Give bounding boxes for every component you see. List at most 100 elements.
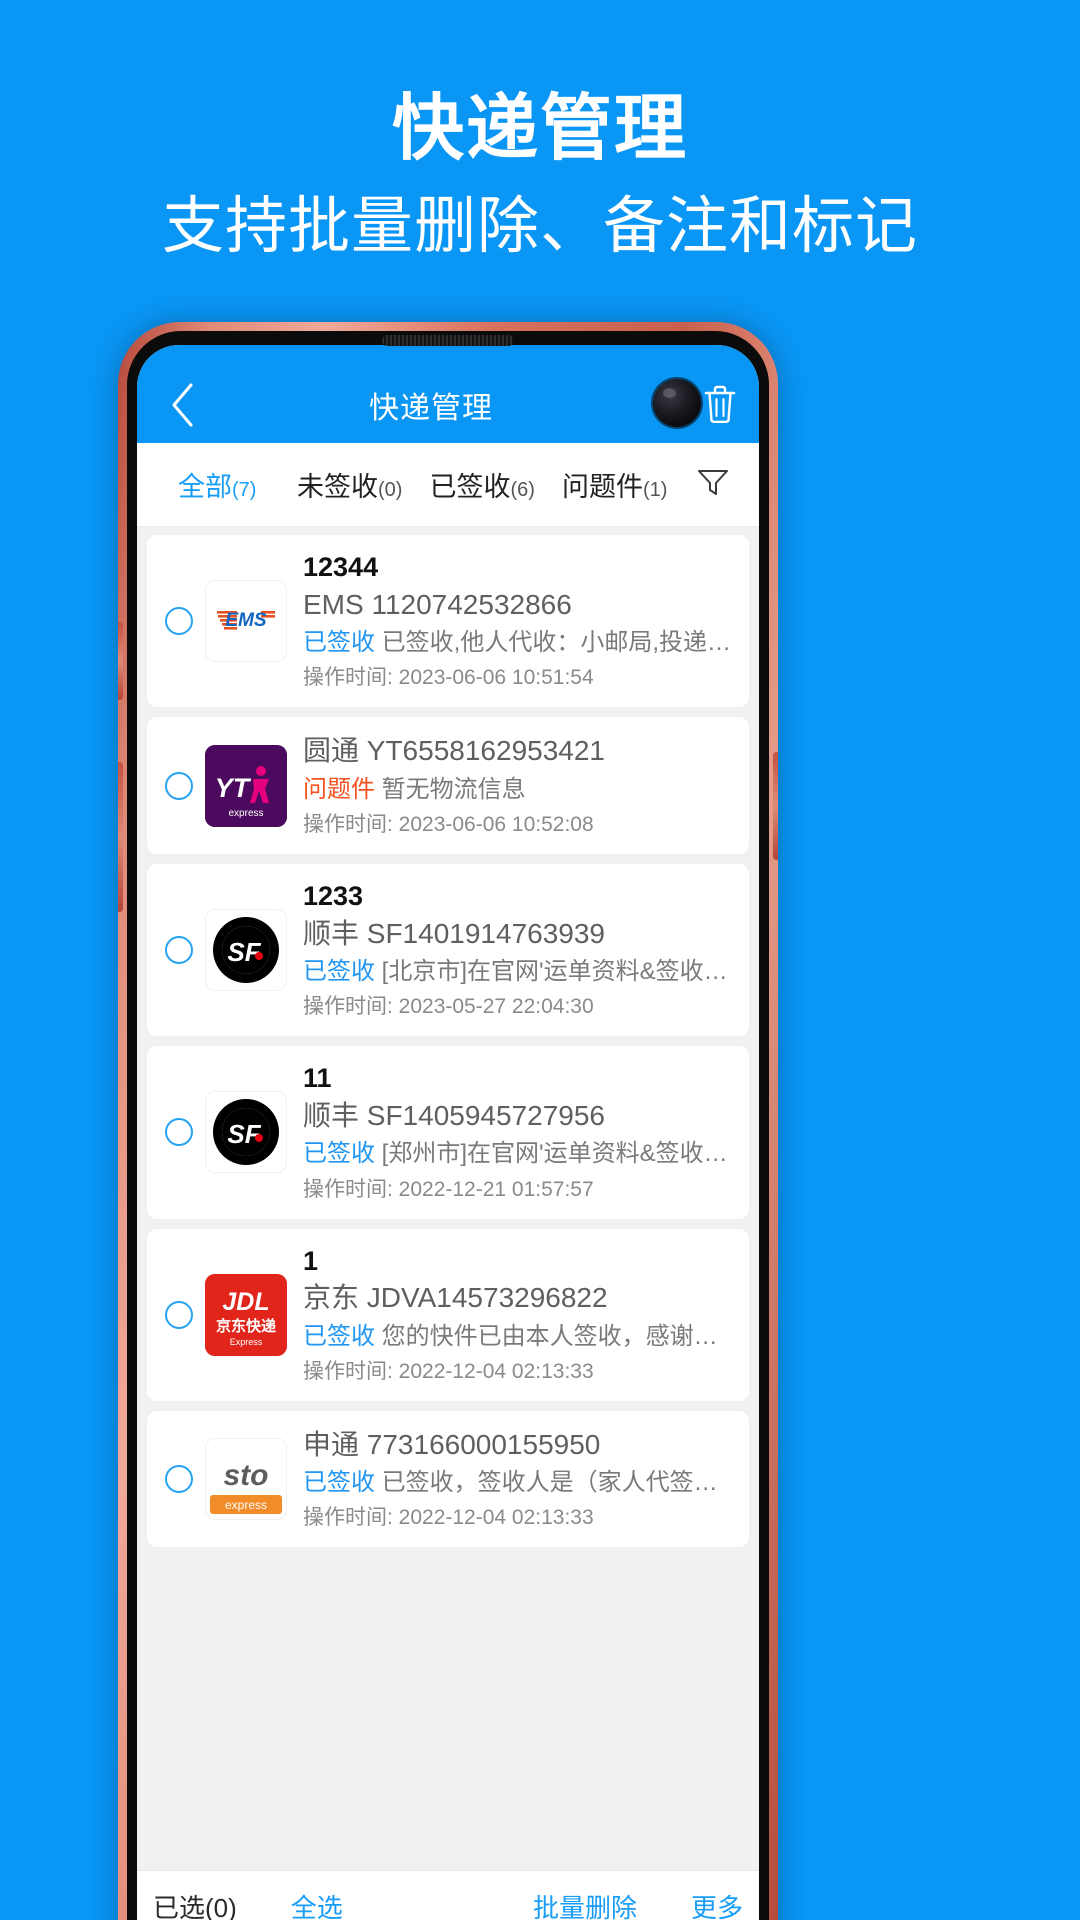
list-item[interactable]: sto express 申通 773166000155950 已签收 已签收，签… [147, 1410, 749, 1548]
list-item[interactable]: EMS 12344 EMS 1120742532866 已签收 已签收,他人代收… [147, 535, 749, 708]
bottom-action-bar: 已选(0) 全选 批量删除 更多 [137, 1870, 759, 1920]
svg-text:express: express [228, 808, 263, 819]
item-optime: 操作时间: 2023-05-27 22:04:30 [303, 995, 594, 1019]
selected-count-label: 已选(0) [153, 1893, 237, 1920]
row-checkbox[interactable] [165, 1300, 193, 1329]
list-item-info: 1233 顺丰 SF1401914763939 已签收 [北京市]在官网'运单资… [303, 880, 735, 1020]
tab-signed-count: (6) [510, 479, 535, 501]
item-status-detail: 已签收，签收人是（家人代签）先… [381, 1469, 735, 1497]
item-optime: 操作时间: 2023-06-06 10:51:54 [303, 666, 594, 690]
svg-text:Express: Express [230, 1337, 263, 1347]
status-badge: 问题件 [303, 775, 375, 803]
list-item[interactable]: YT express 圆通 YT6558162953421 问题件 暂无物流信息… [147, 717, 749, 854]
item-remark: 1 [303, 1245, 319, 1276]
item-status-detail: 已签收,他人代收：小邮局,投递员:… [381, 629, 735, 657]
status-badge: 已签收 [303, 1322, 375, 1350]
svg-text:EMS: EMS [225, 610, 267, 631]
row-checkbox[interactable] [165, 771, 193, 800]
select-all-button[interactable]: 全选 [291, 1888, 343, 1920]
more-button[interactable]: 更多 [691, 1888, 743, 1920]
status-badge: 已签收 [303, 1140, 375, 1168]
svg-text:sto: sto [224, 1459, 269, 1492]
tab-all[interactable]: 全部(7) [151, 465, 284, 504]
svg-text:京东快递: 京东快递 [216, 1317, 276, 1335]
row-checkbox[interactable] [165, 1118, 193, 1147]
tab-problem-label: 问题件 [562, 472, 644, 502]
row-checkbox[interactable] [165, 607, 193, 636]
promo-page: 快递管理 支持批量删除、备注和标记 快递管理 全部(7) 未签收(0) 已签收(… [0, 0, 1080, 1920]
svg-text:SF: SF [227, 1119, 261, 1149]
phone-screen: 快递管理 全部(7) 未签收(0) 已签收(6) 问题件(1) EMS 1234… [137, 345, 759, 1920]
tab-problem[interactable]: 问题件(1) [549, 465, 682, 504]
list-item[interactable]: JDL 京东快递 Express 1 京东 JDVA14573296822 已签… [147, 1228, 749, 1401]
list-item[interactable]: SF 1233 顺丰 SF1401914763939 已签收 [北京市]在官网'… [147, 863, 749, 1037]
item-company-tracking: 圆通 YT6558162953421 [303, 735, 605, 767]
phone-frame: 快递管理 全部(7) 未签收(0) 已签收(6) 问题件(1) EMS 1234… [118, 322, 778, 1920]
item-remark: 12344 [303, 552, 379, 582]
tab-signed-label: 已签收 [429, 472, 511, 502]
item-status-detail: 您的快件已由本人签收，感谢您使… [381, 1322, 735, 1350]
yto-logo-icon: YT express [205, 744, 287, 827]
front-camera-icon [653, 379, 701, 427]
tab-signed[interactable]: 已签收(6) [416, 465, 549, 504]
item-status-line: 问题件 暂无物流信息 [303, 774, 735, 805]
sf-logo-icon: SF [205, 909, 287, 992]
item-status-line: 已签收 已签收,他人代收：小邮局,投递员:… [303, 627, 735, 658]
svg-text:express: express [225, 1498, 267, 1512]
chevron-left-icon [167, 382, 197, 428]
item-company-tracking: 顺丰 SF1405945727956 [303, 1099, 605, 1131]
sto-logo-icon: sto express [205, 1438, 287, 1521]
item-status-line: 已签收 您的快件已由本人签收，感谢您使… [303, 1321, 735, 1352]
item-status-detail: 暂无物流信息 [381, 775, 526, 803]
tab-unsigned-label: 未签收 [297, 472, 379, 502]
item-optime: 操作时间: 2022-12-04 02:13:33 [303, 1506, 594, 1530]
package-list[interactable]: EMS 12344 EMS 1120742532866 已签收 已签收,他人代收… [137, 527, 759, 1870]
row-checkbox[interactable] [165, 1465, 193, 1494]
item-optime: 操作时间: 2022-12-21 01:57:57 [303, 1177, 594, 1201]
item-company-tracking: 申通 773166000155950 [303, 1428, 601, 1460]
app-navbar: 快递管理 [137, 345, 759, 443]
phone-volume-down-button[interactable] [118, 762, 123, 912]
ems-logo-icon: EMS [205, 580, 287, 663]
status-tabbar: 全部(7) 未签收(0) 已签收(6) 问题件(1) [137, 443, 759, 527]
phone-power-button[interactable] [773, 752, 778, 860]
filter-funnel-icon [696, 467, 730, 502]
tab-unsigned[interactable]: 未签收(0) [284, 465, 417, 504]
item-status-detail: [北京市]在官网'运单资料&签收图',… [381, 958, 735, 986]
page-title: 快递管理 [369, 392, 493, 425]
status-badge: 已签收 [303, 958, 375, 986]
phone-bezel: 快递管理 全部(7) 未签收(0) 已签收(6) 问题件(1) EMS 1234… [127, 331, 769, 1920]
list-item-info: 11 顺丰 SF1405945727956 已签收 [郑州市]在官网'运单资料&… [303, 1062, 735, 1202]
jd-logo-icon: JDL 京东快递 Express [205, 1273, 287, 1356]
svg-text:YT: YT [215, 773, 252, 803]
tab-all-count: (7) [232, 479, 257, 501]
item-company-tracking: 京东 JDVA14573296822 [303, 1282, 608, 1314]
list-item[interactable]: SF 11 顺丰 SF1405945727956 已签收 [郑州市]在官网'运单… [147, 1046, 749, 1219]
phone-volume-up-button[interactable] [118, 622, 123, 700]
list-item-info: 12344 EMS 1120742532866 已签收 已签收,他人代收：小邮局… [303, 551, 735, 691]
item-remark: 1233 [303, 880, 364, 911]
item-company-tracking: EMS 1120742532866 [303, 588, 572, 620]
tab-unsigned-count: (0) [378, 479, 403, 501]
row-checkbox[interactable] [165, 936, 193, 965]
batch-delete-button[interactable]: 批量删除 [533, 1888, 637, 1920]
promo-subtitle: 支持批量删除、备注和标记 [161, 192, 918, 261]
item-optime: 操作时间: 2023-06-06 10:52:08 [303, 812, 594, 836]
svg-text:SF: SF [227, 937, 261, 967]
tab-all-label: 全部 [178, 472, 233, 502]
filter-button[interactable] [681, 467, 745, 502]
status-badge: 已签收 [303, 629, 375, 657]
tab-problem-count: (1) [643, 479, 668, 501]
item-company-tracking: 顺丰 SF1401914763939 [303, 917, 605, 949]
item-optime: 操作时间: 2022-12-04 02:13:33 [303, 1359, 594, 1383]
item-status-line: 已签收 [北京市]在官网'运单资料&签收图',… [303, 956, 735, 987]
item-status-line: 已签收 已签收，签收人是（家人代签）先… [303, 1467, 735, 1498]
promo-title: 快递管理 [391, 89, 688, 169]
item-status-detail: [郑州市]在官网'运单资料&签收图'… [381, 1140, 735, 1168]
list-item-info: 申通 773166000155950 已签收 已签收，签收人是（家人代签）先… … [303, 1427, 735, 1532]
item-status-line: 已签收 [郑州市]在官网'运单资料&签收图'… [303, 1138, 735, 1169]
earpiece-speaker-icon [382, 335, 514, 346]
list-item-info: 圆通 YT6558162953421 问题件 暂无物流信息 操作时间: 2023… [303, 733, 735, 838]
list-item-info: 1 京东 JDVA14573296822 已签收 您的快件已由本人签收，感谢您使… [303, 1245, 735, 1385]
trash-icon[interactable] [701, 383, 741, 427]
